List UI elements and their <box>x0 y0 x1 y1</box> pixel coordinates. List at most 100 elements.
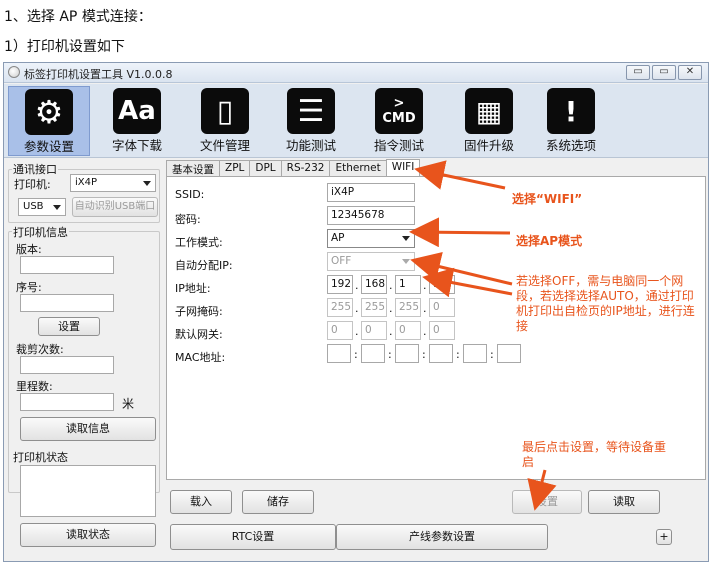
mode-label: 工作模式: <box>175 236 223 249</box>
minimize-button[interactable]: ▭ <box>626 65 650 80</box>
tool-file-manage[interactable]: ▯ 文件管理 <box>184 86 266 156</box>
tool-label: 功能测试 <box>285 138 336 153</box>
port-value: USB <box>23 201 44 212</box>
read-status-button[interactable]: 读取状态 <box>20 523 156 547</box>
mac-byte-4[interactable] <box>429 344 453 363</box>
serial-field[interactable] <box>20 294 114 312</box>
tool-label: 指令测试 <box>373 138 424 153</box>
ip-label: IP地址: <box>175 282 211 295</box>
tab-rs232[interactable]: RS-232 <box>280 160 331 176</box>
chevron-down-icon <box>402 259 410 264</box>
tool-command-test[interactable]: > CMD 指令测试 <box>358 86 440 156</box>
tool-system-options[interactable]: ! 系统选项 <box>530 86 612 156</box>
mac-separator: : <box>354 348 358 361</box>
set-serial-button[interactable]: 设置 <box>38 317 100 336</box>
toolbar: ⚙ 参数设置 Aa 字体下载 ▯ 文件管理 ☰ 功能测试 > CMD 指令测试 … <box>4 84 708 158</box>
apply-settings-button[interactable]: 设置 <box>512 490 582 514</box>
tab-basic[interactable]: 基本设置 <box>166 160 220 176</box>
annotation-set-note: 最后点击设置，等待设备重启 <box>522 440 667 469</box>
maximize-button[interactable]: ▭ <box>652 65 676 80</box>
port-select[interactable]: USB <box>18 198 66 216</box>
password-field[interactable]: 12345678 <box>327 206 415 225</box>
mac-byte-6[interactable] <box>497 344 521 363</box>
mac-separator: : <box>422 348 426 361</box>
plus-button[interactable]: + <box>656 529 672 545</box>
tool-param-settings[interactable]: ⚙ 参数设置 <box>8 86 90 156</box>
dhcp-select[interactable]: OFF <box>327 252 415 271</box>
rtc-settings-button[interactable]: RTC设置 <box>170 524 336 550</box>
tab-ethernet[interactable]: Ethernet <box>329 160 387 176</box>
mac-separator: : <box>456 348 460 361</box>
gateway-octet-4[interactable]: 0 <box>429 321 455 340</box>
mac-byte-3[interactable] <box>395 344 419 363</box>
close-button[interactable]: ✕ <box>678 65 702 80</box>
mask-label: 子网掩码: <box>175 305 223 318</box>
tab-zpl[interactable]: ZPL <box>219 160 251 176</box>
ip-octet-4[interactable]: 1 <box>429 275 455 294</box>
mask-separator: . <box>423 302 427 315</box>
mileage-field[interactable] <box>20 393 114 411</box>
line-params-button[interactable]: 产线参数设置 <box>336 524 548 550</box>
annotation-wifi: 选择“WIFI” <box>512 192 583 206</box>
ip-separator: . <box>389 279 393 292</box>
read-button[interactable]: 读取 <box>588 490 660 514</box>
printer-label: 打印机: <box>14 178 51 191</box>
window-title: 标签打印机设置工具 V1.0.0.8 <box>24 68 173 81</box>
dhcp-label: 自动分配IP: <box>175 259 233 272</box>
dhcp-value: OFF <box>331 255 352 267</box>
printer-select[interactable]: iX4P <box>70 174 156 192</box>
ip-separator: . <box>355 279 359 292</box>
version-label: 版本: <box>16 243 42 256</box>
mac-byte-1[interactable] <box>327 344 351 363</box>
mask-octet-4[interactable]: 0 <box>429 298 455 317</box>
mode-select[interactable]: AP <box>327 229 415 248</box>
password-label: 密码: <box>175 213 201 226</box>
gateway-octet-3[interactable]: 0 <box>395 321 421 340</box>
chip-icon: ▦ <box>465 88 513 134</box>
version-field[interactable] <box>20 256 114 274</box>
tool-label: 文件管理 <box>199 138 250 153</box>
ssid-field[interactable]: iX4P <box>327 183 415 202</box>
ip-octet-1[interactable]: 192 <box>327 275 353 294</box>
gateway-octet-2[interactable]: 0 <box>361 321 387 340</box>
mask-octet-3[interactable]: 255 <box>395 298 421 317</box>
save-button[interactable]: 储存 <box>242 490 314 514</box>
chevron-down-icon <box>143 181 151 186</box>
font-icon: Aa <box>113 88 161 134</box>
load-button[interactable]: 载入 <box>170 490 232 514</box>
tool-function-test[interactable]: ☰ 功能测试 <box>270 86 352 156</box>
read-info-button[interactable]: 读取信息 <box>20 417 156 441</box>
ip-octet-3[interactable]: 1 <box>395 275 421 294</box>
doc-substep-title: 1）打印机设置如下 <box>4 39 125 55</box>
mask-octet-2[interactable]: 255 <box>361 298 387 317</box>
mac-separator: : <box>490 348 494 361</box>
tab-dpl[interactable]: DPL <box>249 160 282 176</box>
ip-separator: . <box>423 279 427 292</box>
chevron-down-icon <box>402 236 410 241</box>
left-panel: 通讯接口 打印机: iX4P USB 自动识别USB端口 打印机信息 版本: 序… <box>8 161 160 557</box>
ip-octet-2[interactable]: 168 <box>361 275 387 294</box>
mask-separator: . <box>355 302 359 315</box>
gateway-octet-1[interactable]: 0 <box>327 321 353 340</box>
tool-firmware-upgrade[interactable]: ▦ 固件升级 <box>448 86 530 156</box>
tool-label: 字体下载 <box>111 138 162 153</box>
tool-font-download[interactable]: Aa 字体下载 <box>96 86 178 156</box>
auto-usb-button[interactable]: 自动识别USB端口 <box>72 197 158 217</box>
comm-title: 通讯接口 <box>12 161 58 177</box>
chevron-down-icon <box>53 205 61 210</box>
mask-octet-1[interactable]: 255 <box>327 298 353 317</box>
mac-byte-5[interactable] <box>463 344 487 363</box>
doc-step-title: 1、选择 AP 模式连接： <box>4 9 152 25</box>
tab-wifi[interactable]: WIFI <box>385 159 421 176</box>
title-bar: 标签打印机设置工具 V1.0.0.8 ▭ ▭ ✕ <box>4 63 708 83</box>
cut-count-label: 裁剪次数: <box>16 343 64 356</box>
settings-tabs: 基本设置 ZPL DPL RS-232 Ethernet WIFI <box>166 159 421 177</box>
gateway-label: 默认网关: <box>175 328 223 341</box>
app-icon <box>8 66 20 78</box>
tool-label: 固件升级 <box>463 138 514 153</box>
cut-count-field[interactable] <box>20 356 114 374</box>
mac-byte-2[interactable] <box>361 344 385 363</box>
gear-icon: ⚙ <box>25 89 73 135</box>
annotation-off-note: 若选择OFF，需与电脑同一个网段，若选择选择AUTO，通过打印机打印出自检页的I… <box>516 274 695 333</box>
mac-label: MAC地址: <box>175 351 226 364</box>
